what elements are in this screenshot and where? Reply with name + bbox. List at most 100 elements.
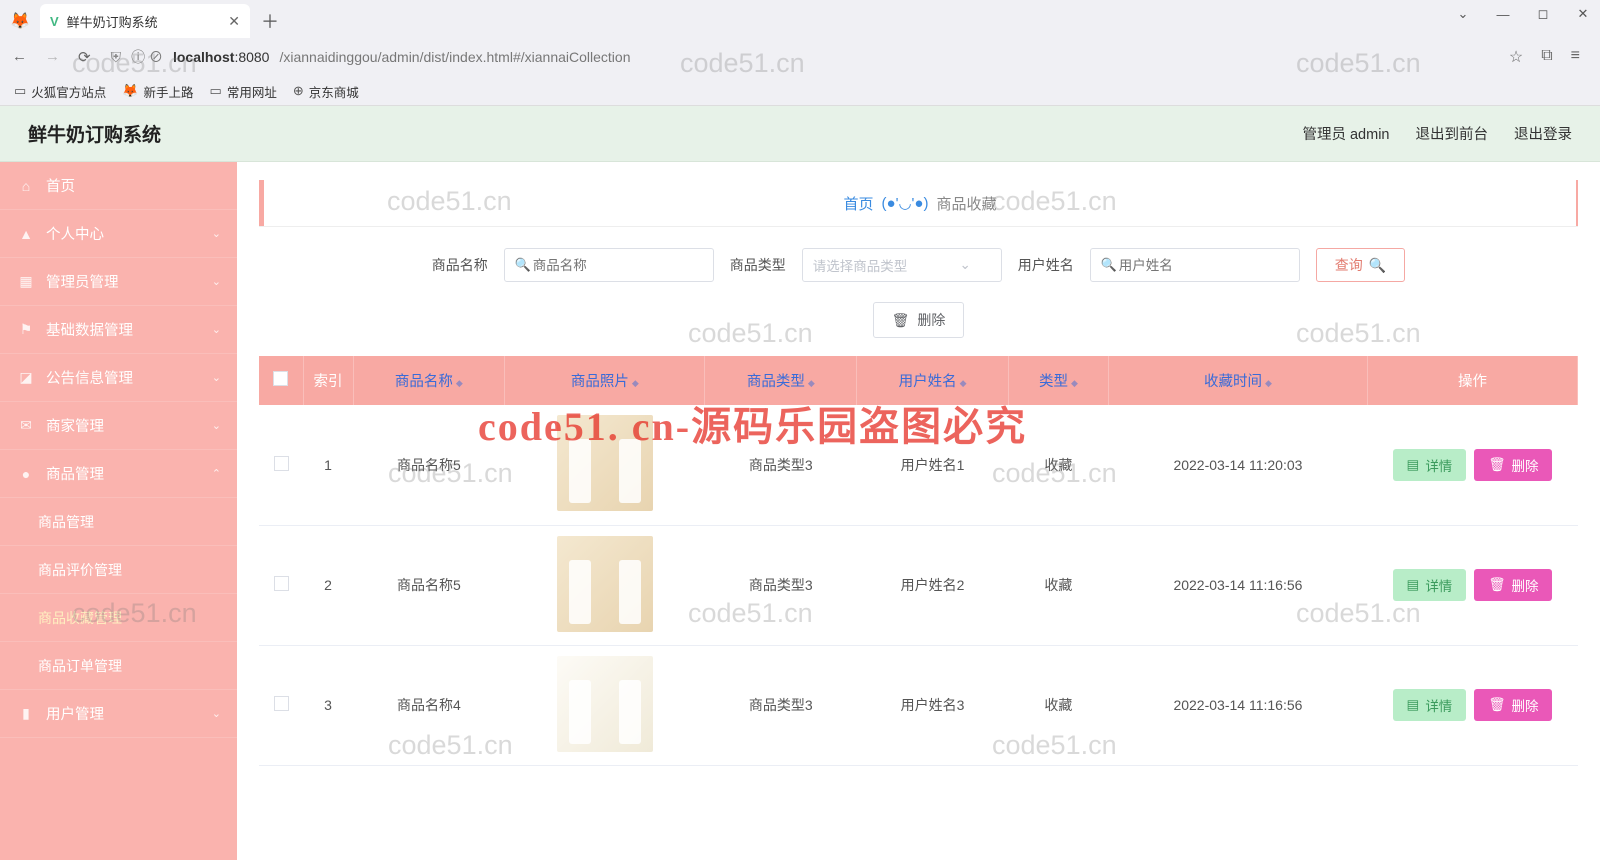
- sidebar-sub-product-review[interactable]: 商品评价管理: [0, 546, 237, 594]
- input-user-name[interactable]: 🔍: [1090, 248, 1300, 282]
- current-user[interactable]: 管理员 admin: [1302, 123, 1389, 144]
- product-name-field[interactable]: [515, 258, 683, 273]
- cell-photo: [505, 645, 705, 765]
- doc-icon: ▤: [1407, 577, 1420, 593]
- delete-row-button[interactable]: 🗑删除: [1474, 449, 1552, 481]
- shield-icon: ⛨: [111, 49, 122, 66]
- col-user[interactable]: 用户姓名◆: [857, 356, 1009, 405]
- bookmark-item[interactable]: 🦊新手上路: [122, 82, 193, 101]
- col-photo[interactable]: 商品照片◆: [505, 356, 705, 405]
- row-checkbox[interactable]: [274, 456, 289, 471]
- sidebar-item-basedata[interactable]: ⚑基础数据管理⌄: [0, 306, 237, 354]
- sidebar-item-admin[interactable]: ▦管理员管理⌄: [0, 258, 237, 306]
- delete-row-button[interactable]: 🗑删除: [1474, 569, 1552, 601]
- select-product-type[interactable]: 请选择商品类型⌄: [802, 248, 1002, 282]
- trash-icon: 🗑: [892, 312, 910, 329]
- breadcrumb: 首页 (●'◡'●) 商品收藏: [259, 180, 1578, 226]
- new-tab-button[interactable]: ＋: [256, 7, 284, 35]
- detail-button[interactable]: ▤详情: [1393, 689, 1467, 721]
- row-checkbox[interactable]: [274, 576, 289, 591]
- folder-icon: ▭: [210, 83, 222, 99]
- bar-icon: ▮: [18, 705, 34, 722]
- chevron-down-icon: ⌄: [212, 323, 221, 336]
- sidebar-item-merchant[interactable]: ✉商家管理⌄: [0, 402, 237, 450]
- product-image: [557, 415, 653, 511]
- user-icon: ▲: [18, 226, 34, 242]
- dot-icon: ●: [18, 466, 34, 482]
- sidebar-sub-product-manage[interactable]: 商品管理: [0, 498, 237, 546]
- close-window-icon[interactable]: ✕: [1574, 6, 1592, 22]
- sort-icon: ◆: [632, 378, 639, 388]
- content-area: 首页 (●'◡'●) 商品收藏 商品名称 🔍 商品类型 请选择商品类型⌄ 用户姓…: [237, 162, 1600, 860]
- forward-icon[interactable]: →: [45, 48, 60, 66]
- bookmarks-bar: ▭火狐官方站点 🦊新手上路 ▭常用网址 ⊕京东商城: [0, 76, 1600, 106]
- window-controls: ⌄ — ◻ ✕: [1454, 6, 1592, 22]
- lock-icon: ⓘ ⊘: [131, 47, 163, 67]
- minimize-icon[interactable]: —: [1494, 7, 1512, 22]
- query-button[interactable]: 查询🔍: [1316, 248, 1405, 282]
- cell-index: 1: [303, 405, 353, 525]
- delete-row-button[interactable]: 🗑删除: [1474, 689, 1552, 721]
- sidebar-sub-product-collection[interactable]: 商品收藏管理: [0, 594, 237, 642]
- breadcrumb-home[interactable]: 首页: [844, 193, 874, 214]
- select-all-checkbox[interactable]: [273, 371, 288, 386]
- tab-title: 鲜牛奶订购系统: [67, 12, 158, 31]
- close-tab-icon[interactable]: ✕: [228, 13, 240, 30]
- url-field[interactable]: ⛨ ⓘ ⊘ localhost:8080/xiannaidinggou/admi…: [103, 47, 1489, 67]
- sidebar-item-home[interactable]: ⌂首页: [0, 162, 237, 210]
- chevron-down-icon: ⌄: [212, 227, 221, 240]
- trash-icon: 🗑: [1488, 457, 1505, 473]
- input-product-name[interactable]: 🔍: [504, 248, 714, 282]
- extensions-icon[interactable]: ⧉: [1541, 47, 1552, 67]
- data-table: 索引 商品名称◆ 商品照片◆ 商品类型◆ 用户姓名◆ 类型◆ 收藏时间◆ 操作 …: [259, 356, 1578, 766]
- breadcrumb-current: 商品收藏: [936, 193, 996, 214]
- detail-button[interactable]: ▤详情: [1393, 449, 1467, 481]
- row-checkbox[interactable]: [274, 696, 289, 711]
- to-frontend-link[interactable]: 退出到前台: [1416, 123, 1489, 144]
- col-kind[interactable]: 类型◆: [1008, 356, 1108, 405]
- cell-photo: [505, 525, 705, 645]
- doc-icon: ▤: [1407, 457, 1420, 473]
- batch-delete-button[interactable]: 🗑删除: [873, 302, 965, 338]
- chevron-down-icon: ⌄: [212, 275, 221, 288]
- reload-icon[interactable]: ⟳: [78, 48, 91, 66]
- cell-actions: ▤详情🗑删除: [1368, 525, 1578, 645]
- cell-actions: ▤详情🗑删除: [1368, 645, 1578, 765]
- detail-button[interactable]: ▤详情: [1393, 569, 1467, 601]
- col-type[interactable]: 商品类型◆: [705, 356, 857, 405]
- trash-icon: 🗑: [1488, 697, 1505, 713]
- dropdown-icon[interactable]: ⌄: [1454, 6, 1472, 22]
- sidebar-item-product[interactable]: ●商品管理⌃: [0, 450, 237, 498]
- cell-name: 商品名称4: [353, 645, 505, 765]
- bookmark-star-icon[interactable]: ☆: [1509, 47, 1523, 67]
- cell-kind: 收藏: [1008, 525, 1108, 645]
- cell-time: 2022-03-14 11:20:03: [1108, 405, 1367, 525]
- sidebar-item-profile[interactable]: ▲个人中心⌄: [0, 210, 237, 258]
- bookmark-item[interactable]: ▭火狐官方站点: [14, 82, 106, 101]
- sidebar-item-user[interactable]: ▮用户管理⌄: [0, 690, 237, 738]
- header-right: 管理员 admin 退出到前台 退出登录: [1302, 123, 1572, 144]
- menu-icon[interactable]: ≡: [1571, 47, 1580, 67]
- bookmark-item[interactable]: ⊕京东商城: [293, 82, 359, 101]
- sidebar-sub-product-order[interactable]: 商品订单管理: [0, 642, 237, 690]
- cell-type: 商品类型3: [705, 405, 857, 525]
- board-icon: ◪: [18, 369, 34, 386]
- logout-link[interactable]: 退出登录: [1514, 123, 1572, 144]
- col-index: 索引: [303, 356, 353, 405]
- sort-icon: ◆: [456, 378, 463, 388]
- back-icon[interactable]: ←: [12, 48, 27, 66]
- col-time[interactable]: 收藏时间◆: [1108, 356, 1367, 405]
- bookmark-item[interactable]: ▭常用网址: [210, 82, 277, 101]
- sidebar-item-notice[interactable]: ◪公告信息管理⌄: [0, 354, 237, 402]
- col-name[interactable]: 商品名称◆: [353, 356, 505, 405]
- sort-icon: ◆: [1071, 378, 1078, 388]
- user-name-field[interactable]: [1101, 258, 1269, 273]
- maximize-icon[interactable]: ◻: [1534, 6, 1552, 22]
- cell-type: 商品类型3: [705, 525, 857, 645]
- firefox-icon: 🦊: [122, 83, 138, 99]
- browser-tab[interactable]: V 鲜牛奶订购系统 ✕: [40, 4, 250, 38]
- url-path: /xiannaidinggou/admin/dist/index.html#/x…: [279, 49, 630, 65]
- label-user-name: 用户姓名: [1018, 255, 1074, 275]
- folder-icon: ▭: [14, 83, 26, 99]
- chevron-down-icon: ⌄: [212, 707, 221, 720]
